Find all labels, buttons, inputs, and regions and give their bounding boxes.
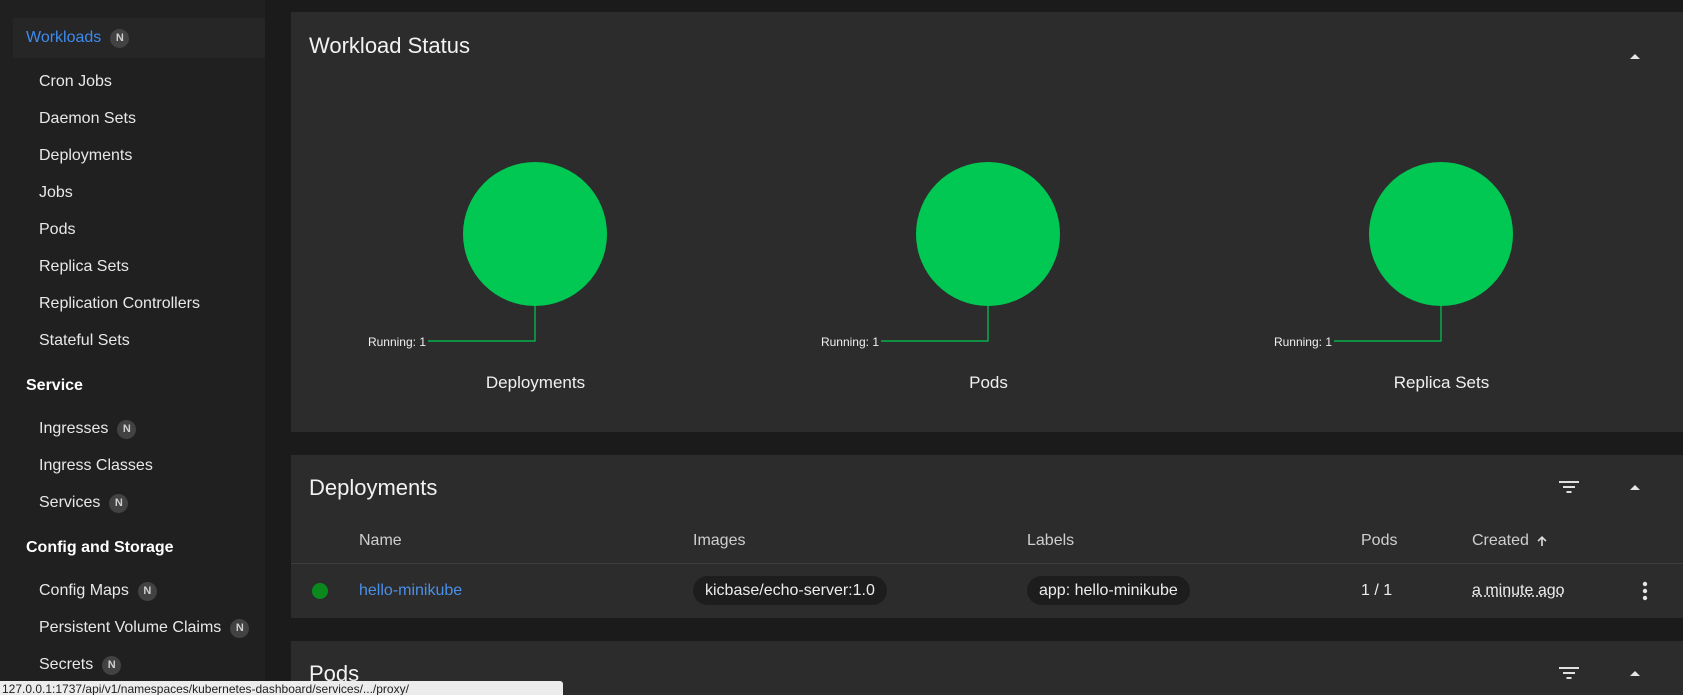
image-chip: kicbase/echo-server:1.0: [693, 576, 887, 605]
sidebar-item-cron-jobs[interactable]: Cron Jobs: [39, 70, 112, 94]
sidebar-item-label: Cron Jobs: [39, 73, 112, 91]
running-count-label: Running: 1: [1274, 335, 1332, 349]
filter-button[interactable]: [1555, 473, 1583, 501]
sidebar-item-label: Jobs: [39, 184, 73, 202]
sidebar-item-label: Ingresses: [39, 420, 108, 438]
column-header-pods: Pods: [1361, 532, 1397, 550]
sidebar-item-jobs[interactable]: Jobs: [39, 181, 73, 205]
sidebar-item-pods[interactable]: Pods: [39, 218, 75, 242]
pie-slice-running[interactable]: [916, 162, 1060, 306]
sidebar: Workloads N Cron Jobs Daemon Sets Deploy…: [0, 0, 265, 695]
sidebar-item-persistent-volume-claims[interactable]: Persistent Volume Claims N: [39, 616, 249, 640]
pie-slice-running[interactable]: [463, 162, 607, 306]
filter-icon: [1558, 665, 1580, 681]
sidebar-item-secrets[interactable]: Secrets N: [39, 653, 121, 677]
sidebar-section-service[interactable]: Service: [13, 366, 265, 406]
workload-status-chart: Running: 1 Replica Sets: [1215, 0, 1668, 430]
chart-label: Deployments: [309, 373, 762, 393]
sidebar-item-services[interactable]: Services N: [39, 491, 128, 515]
namespaced-badge: N: [117, 420, 136, 439]
header-divider: [291, 563, 1683, 564]
sidebar-item-label: Replica Sets: [39, 258, 129, 276]
running-count-label: Running: 1: [368, 335, 426, 349]
created-time: a minute ago: [1472, 582, 1565, 600]
sidebar-item-label: Deployments: [39, 147, 132, 165]
chevron-up-icon: [1628, 668, 1642, 678]
pie-chart: Running: 1: [1215, 0, 1668, 430]
sidebar-item-label: Replication Controllers: [39, 295, 200, 313]
namespaced-badge: N: [110, 29, 129, 48]
deployment-name-link[interactable]: hello-minikube: [359, 582, 462, 600]
chevron-up-icon: [1628, 482, 1642, 492]
workload-status-chart: Running: 1 Deployments: [309, 0, 762, 430]
sidebar-item-label: Pods: [39, 221, 75, 239]
collapse-button[interactable]: [1621, 473, 1649, 501]
arrow-up-icon: [1535, 534, 1549, 548]
label-chip: app: hello-minikube: [1027, 576, 1190, 605]
sidebar-item-replication-controllers[interactable]: Replication Controllers: [39, 292, 200, 316]
collapse-button[interactable]: [1621, 659, 1649, 687]
status-ok-icon: [312, 583, 328, 599]
pie-chart: Running: 1: [309, 0, 762, 430]
namespaced-badge: N: [138, 582, 157, 601]
column-header-label: Created: [1472, 532, 1529, 550]
namespaced-badge: N: [109, 494, 128, 513]
workload-status-chart: Running: 1 Pods: [762, 0, 1215, 430]
sidebar-item-stateful-sets[interactable]: Stateful Sets: [39, 329, 130, 353]
sidebar-item-label: Workloads: [26, 29, 101, 47]
leader-line: [428, 306, 535, 341]
filter-icon: [1558, 479, 1580, 495]
sidebar-item-label: Config Maps: [39, 582, 129, 600]
sidebar-item-label: Ingress Classes: [39, 457, 153, 475]
sidebar-item-replica-sets[interactable]: Replica Sets: [39, 255, 129, 279]
app-root: Workloads N Cron Jobs Daemon Sets Deploy…: [0, 0, 1683, 695]
running-count-label: Running: 1: [821, 335, 879, 349]
browser-status-url: 127.0.0.1:1737/api/v1/namespaces/kuberne…: [0, 681, 563, 695]
row-actions-button[interactable]: [1631, 577, 1659, 605]
card-title: Deployments: [309, 475, 437, 501]
filter-button[interactable]: [1555, 659, 1583, 687]
more-vert-icon: [1642, 581, 1648, 601]
namespaced-badge: N: [230, 619, 249, 638]
chart-label: Replica Sets: [1215, 373, 1668, 393]
sidebar-item-label: Persistent Volume Claims: [39, 619, 221, 637]
namespaced-badge: N: [102, 656, 121, 675]
pie-slice-running[interactable]: [1369, 162, 1513, 306]
sidebar-item-daemon-sets[interactable]: Daemon Sets: [39, 107, 136, 131]
sidebar-item-deployments[interactable]: Deployments: [39, 144, 132, 168]
sidebar-section-config-storage[interactable]: Config and Storage: [13, 528, 265, 568]
sidebar-item-label: Daemon Sets: [39, 110, 136, 128]
column-header-name[interactable]: Name: [359, 532, 402, 550]
chart-label: Pods: [762, 373, 1215, 393]
column-header-created[interactable]: Created: [1472, 532, 1549, 550]
sidebar-item-ingresses[interactable]: Ingresses N: [39, 417, 136, 441]
pods-count: 1 / 1: [1361, 582, 1392, 600]
sidebar-item-ingress-classes[interactable]: Ingress Classes: [39, 454, 153, 478]
sidebar-item-label: Services: [39, 494, 100, 512]
sidebar-section-label: Config and Storage: [26, 539, 174, 557]
sidebar-item-config-maps[interactable]: Config Maps N: [39, 579, 157, 603]
leader-line: [1334, 306, 1441, 341]
column-header-images: Images: [693, 532, 745, 550]
sidebar-item-workloads[interactable]: Workloads N: [13, 18, 265, 58]
sidebar-item-label: Secrets: [39, 656, 93, 674]
main-content: Workload Status Running: 1 Deployments Run…: [291, 0, 1683, 695]
sidebar-item-label: Stateful Sets: [39, 332, 130, 350]
sidebar-section-label: Service: [26, 377, 83, 395]
column-header-labels: Labels: [1027, 532, 1074, 550]
leader-line: [881, 306, 988, 341]
pie-chart: Running: 1: [762, 0, 1215, 430]
